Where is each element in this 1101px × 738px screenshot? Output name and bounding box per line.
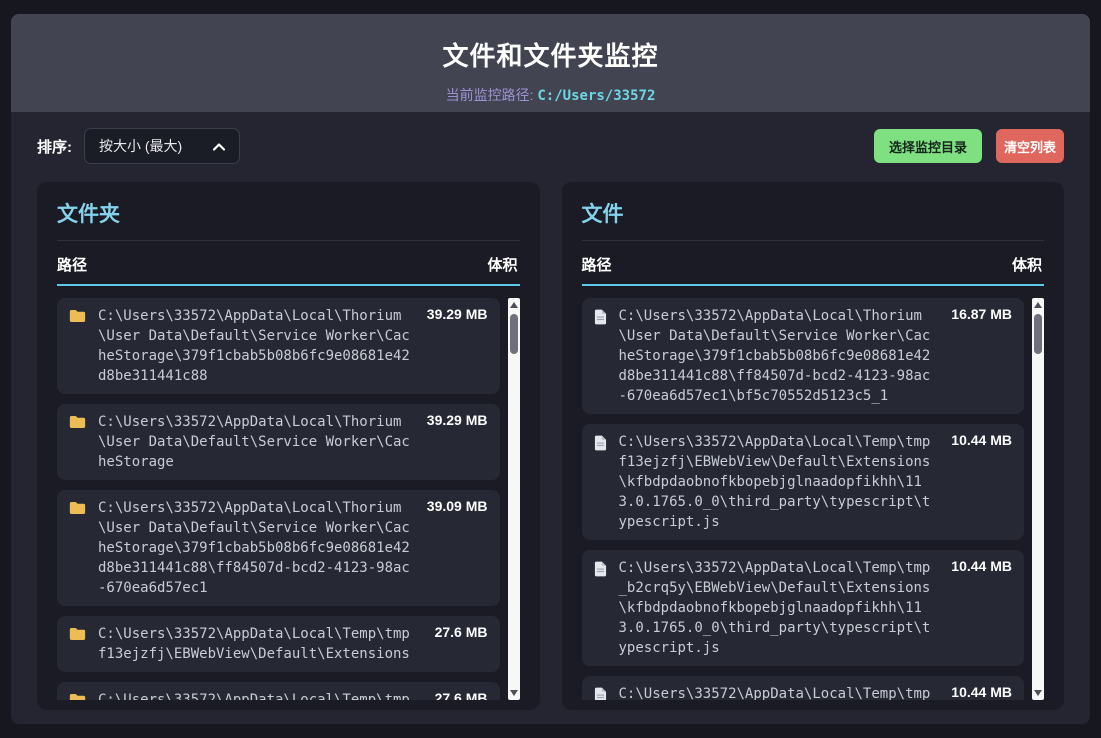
app-header: 文件和文件夹监控 当前监控路径: C:/Users/33572 <box>11 14 1090 112</box>
row-size: 27.6 MB <box>435 624 488 640</box>
row-path: C:\Users\33572\AppData\Local\Temp\tmp_b2… <box>98 690 418 700</box>
row-path: C:\Users\33572\AppData\Local\Temp\tmp_b2… <box>619 558 939 658</box>
file-icon <box>594 687 607 700</box>
row-size: 39.29 MB <box>427 306 488 322</box>
sort-label: 排序: <box>37 136 72 157</box>
folder-icon <box>69 627 86 646</box>
scroll-up-arrow-icon[interactable] <box>1034 302 1042 308</box>
files-scrollbar[interactable] <box>1032 298 1044 700</box>
size-column-header: 体积 <box>487 254 517 275</box>
folder-icon <box>69 693 86 700</box>
panels-container: 文件夹 路径 体积 C:\Users\33572\AppData\Local\T… <box>11 178 1090 710</box>
monitored-path-value: C:/Users/33572 <box>537 88 655 104</box>
scroll-down-arrow-icon[interactable] <box>1034 690 1042 696</box>
row-size: 39.09 MB <box>427 498 488 514</box>
row-size: 16.87 MB <box>951 306 1012 322</box>
row-path: C:\Users\33572\AppData\Local\Thorium\Use… <box>619 306 939 406</box>
scroll-down-arrow-icon[interactable] <box>510 690 518 696</box>
sort-dropdown-value: 按大小 (最大) <box>99 136 182 156</box>
row-path: C:\Users\33572\AppData\Local\Temp\tmpf13… <box>619 432 939 532</box>
row-size: 10.44 MB <box>951 432 1012 448</box>
divider <box>582 240 1045 241</box>
toolbar-actions: 选择监控目录 清空列表 <box>874 129 1064 163</box>
main-card: 文件和文件夹监控 当前监控路径: C:/Users/33572 排序: 按大小 … <box>11 14 1090 724</box>
path-column-header: 路径 <box>582 254 612 275</box>
row-path: C:\Users\33572\AppData\Local\Thorium\Use… <box>98 412 418 472</box>
clear-list-button[interactable]: 清空列表 <box>996 129 1064 163</box>
files-list: C:\Users\33572\AppData\Local\Thorium\Use… <box>582 298 1045 700</box>
file-icon <box>594 561 607 582</box>
sort-group: 排序: 按大小 (最大) <box>37 128 240 164</box>
monitored-path-line: 当前监控路径: C:/Users/33572 <box>11 85 1090 105</box>
sort-dropdown[interactable]: 按大小 (最大) <box>84 128 240 164</box>
scrollbar-thumb[interactable] <box>1034 314 1042 354</box>
folder-row: C:\Users\33572\AppData\Local\Temp\tmp_b2… <box>57 682 500 700</box>
chevron-up-icon <box>213 138 225 154</box>
divider <box>57 240 520 241</box>
folders-list: C:\Users\33572\AppData\Local\Thorium\Use… <box>57 298 520 700</box>
files-panel-title: 文件 <box>582 198 1045 228</box>
row-path: C:\Users\33572\AppData\Local\Temp\tmpf13… <box>98 624 418 664</box>
file-icon <box>594 435 607 456</box>
select-monitor-dir-button[interactable]: 选择监控目录 <box>874 129 982 163</box>
file-row: C:\Users\33572\AppData\Local\Temp\tmpf13… <box>582 424 1025 540</box>
row-path: C:\Users\33572\AppData\Local\Thorium\Use… <box>98 306 418 386</box>
row-size: 10.44 MB <box>951 684 1012 700</box>
folder-row: C:\Users\33572\AppData\Local\Temp\tmpf13… <box>57 616 500 672</box>
file-row: C:\Users\33572\AppData\Local\Thorium\Use… <box>582 298 1025 414</box>
folder-icon <box>69 501 86 520</box>
toolbar: 排序: 按大小 (最大) 选择监控目录 清空列表 <box>11 112 1090 178</box>
page-title: 文件和文件夹监控 <box>11 36 1090 73</box>
folders-panel: 文件夹 路径 体积 C:\Users\33572\AppData\Local\T… <box>37 182 540 710</box>
scroll-up-arrow-icon[interactable] <box>510 302 518 308</box>
files-column-headers: 路径 体积 <box>582 254 1045 286</box>
file-icon <box>594 309 607 330</box>
size-column-header: 体积 <box>1012 254 1042 275</box>
folders-column-headers: 路径 体积 <box>57 254 520 286</box>
folder-row: C:\Users\33572\AppData\Local\Thorium\Use… <box>57 490 500 606</box>
folder-row: C:\Users\33572\AppData\Local\Thorium\Use… <box>57 404 500 480</box>
folder-icon <box>69 309 86 328</box>
file-row: C:\Users\33572\AppData\Local\Temp\tmpkb2… <box>582 676 1025 700</box>
file-row: C:\Users\33572\AppData\Local\Temp\tmp_b2… <box>582 550 1025 666</box>
row-size: 27.6 MB <box>435 690 488 700</box>
monitored-path-label: 当前监控路径: <box>446 87 534 103</box>
row-path: C:\Users\33572\AppData\Local\Thorium\Use… <box>98 498 418 598</box>
scrollbar-thumb[interactable] <box>510 314 518 354</box>
row-size: 10.44 MB <box>951 558 1012 574</box>
folder-row: C:\Users\33572\AppData\Local\Thorium\Use… <box>57 298 500 394</box>
folders-scrollbar[interactable] <box>508 298 520 700</box>
files-panel: 文件 路径 体积 C:\Users\33572\AppData\Local\Th… <box>562 182 1065 710</box>
row-path: C:\Users\33572\AppData\Local\Temp\tmpkb2… <box>619 684 939 700</box>
row-size: 39.29 MB <box>427 412 488 428</box>
folders-panel-title: 文件夹 <box>57 198 520 228</box>
folder-icon <box>69 415 86 434</box>
path-column-header: 路径 <box>57 254 87 275</box>
